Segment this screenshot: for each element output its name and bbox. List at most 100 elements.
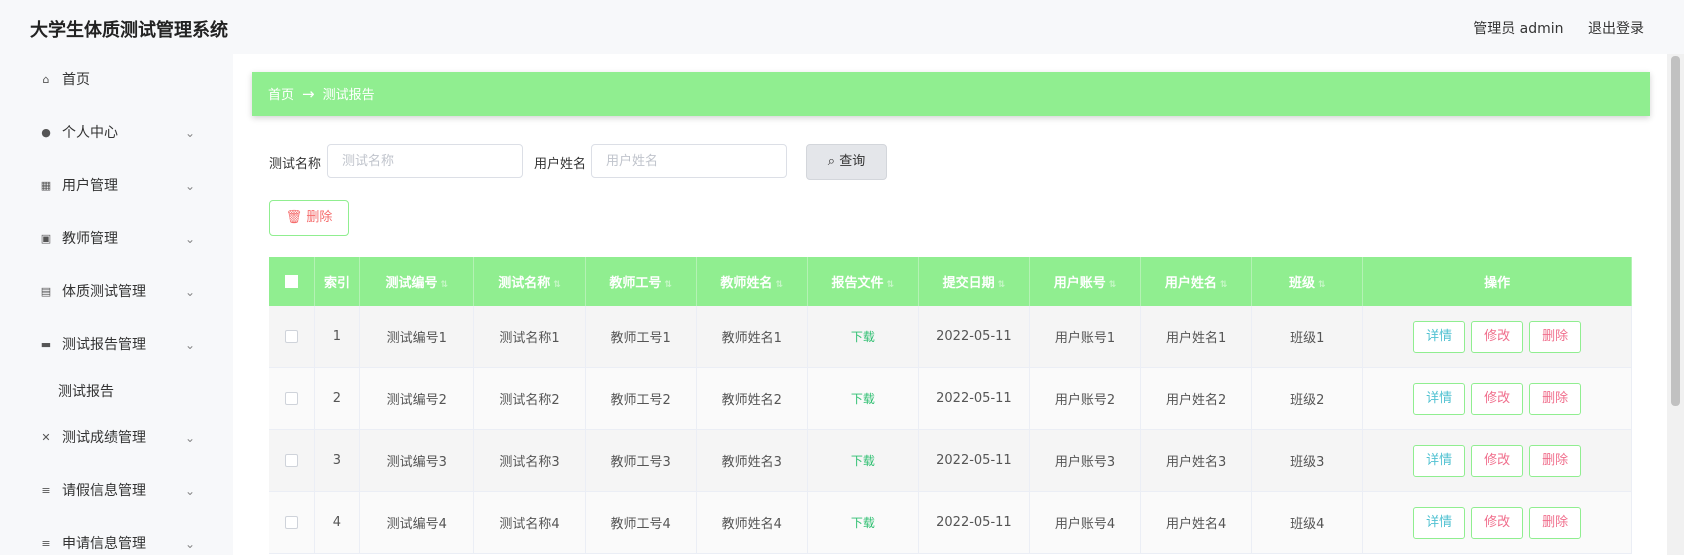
cell-actions: 详情 修改 删除 [1362, 306, 1632, 368]
cell-teacher-no: 教师工号2 [585, 367, 697, 430]
row-select-cell[interactable] [269, 429, 315, 492]
clipboard-icon: ▤ [40, 285, 52, 298]
row-select-cell[interactable] [269, 491, 315, 554]
cell-report-file: 下载 [807, 306, 919, 368]
sort-icon[interactable]: ⇅ [775, 280, 783, 290]
chevron-down-icon: ⌄ [184, 232, 195, 246]
column-header-teacher-no[interactable]: 教师工号 ⇅ [585, 257, 697, 306]
download-link[interactable]: 下载 [851, 392, 875, 406]
column-header-submit-date[interactable]: 提交日期 ⇅ [918, 257, 1030, 306]
sort-icon[interactable]: ⇅ [1220, 280, 1228, 290]
chevron-down-icon: ⌄ [184, 484, 195, 498]
sidebar-item-fitness-test-management[interactable]: ▤ 体质测试管理 ⌄ [0, 266, 233, 319]
user-name-input[interactable] [591, 144, 787, 178]
delete-button[interactable]: 删除 [1529, 444, 1582, 477]
column-header-test-no[interactable]: 测试编号 ⇅ [359, 257, 475, 306]
chevron-down-icon: ⌄ [184, 179, 195, 193]
row-checkbox[interactable] [284, 330, 298, 343]
cell-test-name: 测试名称3 [473, 429, 586, 492]
edit-button[interactable]: 修改 [1471, 444, 1524, 477]
delete-button[interactable]: 删除 [1529, 320, 1582, 353]
sidebar-item-label: 测试成绩管理 [62, 430, 146, 446]
row-select-cell[interactable] [269, 367, 315, 430]
sort-icon[interactable]: ⇅ [1109, 280, 1117, 290]
select-all-cell[interactable] [269, 257, 315, 306]
user-icon: ● [41, 126, 51, 139]
ticket-icon: ✕ [41, 431, 51, 444]
trash-icon: 🗑 [285, 210, 303, 225]
cell-teacher-name: 教师姓名1 [696, 306, 808, 368]
vertical-scrollbar[interactable] [1667, 54, 1684, 555]
edit-button[interactable]: 修改 [1471, 320, 1524, 353]
arrow-right-icon: → [302, 85, 315, 103]
table-row: 1 测试编号1 测试名称1 教师工号1 教师姓名1 下载 2022-05-11 … [269, 306, 1632, 368]
select-all-checkbox[interactable] [284, 275, 298, 288]
column-header-label: 测试编号 [385, 276, 438, 291]
column-header-label: 用户姓名 [1164, 276, 1217, 291]
sort-icon[interactable]: ⇅ [664, 280, 672, 290]
delete-button[interactable]: 删除 [1529, 506, 1582, 539]
cell-class: 班级1 [1251, 306, 1364, 368]
sidebar-item-label: 请假信息管理 [62, 483, 146, 499]
cell-index: 2 [314, 367, 361, 430]
cell-test-name: 测试名称2 [473, 367, 586, 430]
column-header-teacher-name[interactable]: 教师姓名 ⇅ [696, 257, 808, 306]
cell-class: 班级4 [1251, 491, 1364, 554]
sidebar-item-user-management[interactable]: ▦ 用户管理 ⌄ [0, 160, 233, 213]
sort-icon[interactable]: ⇅ [441, 280, 449, 290]
sidebar-item-application-management[interactable]: ≡ 申请信息管理 ⌄ [0, 518, 233, 555]
column-header-report-file[interactable]: 报告文件 ⇅ [807, 257, 919, 306]
cell-test-name: 测试名称1 [473, 306, 586, 368]
top-right-menu: 管理员 admin 退出登录 [1453, 18, 1644, 38]
detail-button[interactable]: 详情 [1413, 444, 1466, 477]
row-checkbox[interactable] [284, 516, 298, 529]
sidebar-item-label: 测试报告管理 [62, 337, 146, 353]
test-name-input[interactable] [327, 144, 523, 178]
download-link[interactable]: 下载 [851, 516, 875, 530]
monitor-icon: ▬ [40, 338, 52, 351]
column-header-user-name[interactable]: 用户姓名 ⇅ [1140, 257, 1253, 306]
detail-button[interactable]: 详情 [1413, 506, 1466, 539]
grid-icon: ▦ [40, 179, 52, 192]
row-checkbox[interactable] [284, 454, 298, 467]
cell-user-name: 用户姓名1 [1140, 306, 1253, 368]
column-header-class[interactable]: 班级 ⇅ [1251, 257, 1364, 306]
search-icon: ⌕ [827, 154, 836, 169]
download-link[interactable]: 下载 [851, 454, 875, 468]
scrollbar-thumb[interactable] [1671, 56, 1680, 406]
sidebar-item-home[interactable]: ⌂ 首页 [0, 54, 233, 107]
breadcrumb-home[interactable]: 首页 [268, 88, 294, 103]
sidebar-item-personal-center[interactable]: ● 个人中心 ⌄ [0, 107, 233, 160]
edit-button[interactable]: 修改 [1471, 382, 1524, 415]
sidebar-item-teacher-management[interactable]: ▣ 教师管理 ⌄ [0, 213, 233, 266]
row-checkbox[interactable] [284, 392, 298, 405]
list-icon: ≡ [41, 484, 51, 497]
sort-icon[interactable]: ⇅ [553, 280, 561, 290]
sidebar-item-leave-management[interactable]: ≡ 请假信息管理 ⌄ [0, 465, 233, 518]
column-header-test-name[interactable]: 测试名称 ⇅ [473, 257, 586, 306]
chevron-down-icon: ⌄ [184, 126, 195, 140]
delete-button[interactable]: 删除 [1529, 382, 1582, 415]
sidebar-item-test-score-management[interactable]: ✕ 测试成绩管理 ⌄ [0, 412, 233, 465]
query-button[interactable]: ⌕ 查询 [806, 144, 887, 180]
row-select-cell[interactable] [269, 306, 315, 368]
logout-link[interactable]: 退出登录 [1588, 21, 1644, 37]
sort-icon[interactable]: ⇅ [1318, 280, 1326, 290]
sidebar-subitem-test-report[interactable]: 测试报告 [0, 372, 233, 412]
cell-actions: 详情 修改 删除 [1362, 367, 1632, 430]
chevron-down-icon: ⌄ [184, 431, 195, 445]
download-link[interactable]: 下载 [851, 330, 875, 344]
sidebar-item-test-report-management[interactable]: ▬ 测试报告管理 ⌄ [0, 319, 233, 372]
sort-icon[interactable]: ⇅ [887, 280, 895, 290]
table-row: 3 测试编号3 测试名称3 教师工号3 教师姓名3 下载 2022-05-11 … [269, 429, 1632, 492]
cell-actions: 详情 修改 删除 [1362, 429, 1632, 492]
cell-test-no: 测试编号4 [359, 491, 475, 554]
edit-button[interactable]: 修改 [1471, 506, 1524, 539]
detail-button[interactable]: 详情 [1413, 320, 1466, 353]
sort-icon[interactable]: ⇅ [998, 280, 1006, 290]
cell-index: 3 [314, 429, 361, 492]
detail-button[interactable]: 详情 [1413, 382, 1466, 415]
batch-delete-button[interactable]: 🗑 删除 [269, 200, 349, 236]
column-header-user-account[interactable]: 用户账号 ⇅ [1029, 257, 1142, 306]
list-icon: ≡ [41, 537, 51, 550]
